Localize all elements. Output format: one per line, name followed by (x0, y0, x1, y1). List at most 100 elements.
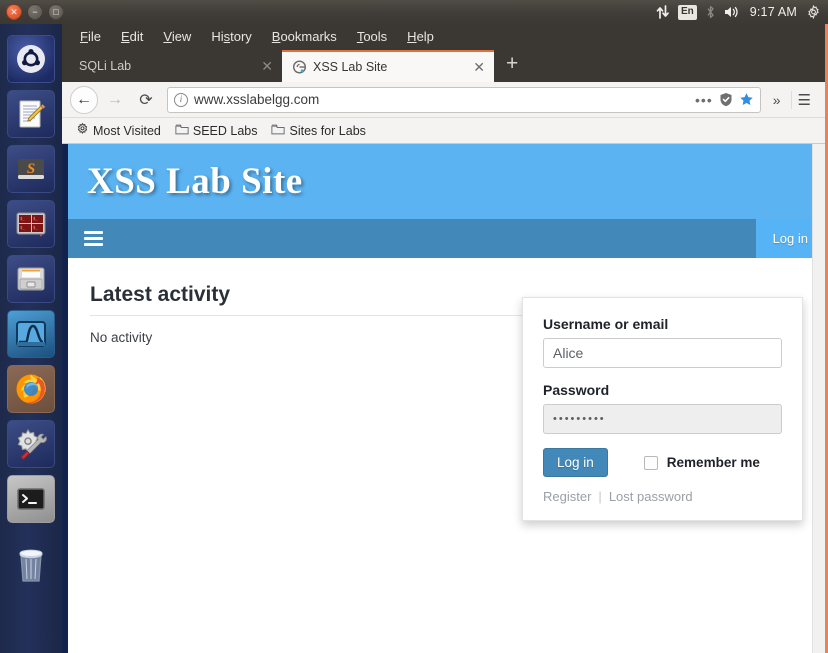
svg-text:S: S (27, 161, 35, 177)
svg-text:$_: $_ (20, 225, 25, 230)
launcher-item-trash[interactable] (7, 541, 55, 589)
address-bar[interactable]: i www.xsslabelgg.com ••• (167, 86, 761, 113)
password-input[interactable] (543, 404, 782, 434)
system-tray: En 9:17 AM (656, 4, 828, 20)
forward-button[interactable]: → (101, 86, 129, 114)
folder-icon (175, 123, 189, 139)
page-main: Latest activity No activity Username or … (68, 258, 825, 653)
back-button[interactable]: ← (70, 85, 98, 114)
register-link[interactable]: Register (543, 489, 591, 504)
remember-me-control[interactable]: Remember me (643, 455, 760, 470)
launcher-item-sublime-text[interactable]: S (7, 145, 55, 193)
bookmark-most-visited[interactable]: Most Visited (76, 122, 161, 139)
navbar-right-controls: » ☰ (768, 90, 817, 109)
launcher-item-file-manager[interactable] (7, 255, 55, 303)
page-viewport: XSS Lab Site Log in Latest activity No a… (62, 144, 825, 653)
elgg-favicon-icon (291, 59, 307, 75)
menu-file[interactable]: File (80, 29, 101, 44)
remember-me-label: Remember me (666, 455, 760, 470)
wireshark-icon (7, 310, 55, 358)
gear-icon (76, 122, 89, 139)
settings-gear-wrench-icon (7, 420, 55, 468)
menu-bookmarks[interactable]: Bookmarks (272, 29, 337, 44)
lost-password-link[interactable]: Lost password (609, 489, 693, 504)
terminal-windows-icon: $_ $_ $_ $_ (7, 200, 55, 248)
launcher-item-firefox[interactable] (7, 365, 55, 413)
bookmarks-toolbar: Most Visited SEED Labs Sites for Labs (62, 118, 825, 144)
new-tab-button[interactable]: + (494, 53, 530, 78)
folder-icon (271, 123, 286, 139)
tab-title: SQLi Lab (79, 59, 132, 73)
login-secondary-links: Register | Lost password (543, 489, 782, 504)
desktop: ✕ − □ En 9:17 AM S $_ $_ $_ $_ File Edit… (0, 0, 828, 653)
volume-icon[interactable] (724, 5, 741, 19)
bookmark-label: Most Visited (93, 123, 161, 138)
tab-close-icon[interactable]: ✕ (255, 58, 273, 75)
file-manager-icon (7, 255, 55, 303)
firefox-window: File Edit View History Bookmarks Tools H… (62, 24, 828, 653)
clock[interactable]: 9:17 AM (750, 5, 797, 19)
shield-icon[interactable] (719, 92, 733, 107)
login-dropdown-panel: Username or email Password Log in Rememb… (522, 297, 803, 521)
hamburger-icon[interactable] (68, 219, 118, 258)
firefox-icon (7, 365, 55, 413)
menu-tools[interactable]: Tools (357, 29, 387, 44)
unity-launcher: S $_ $_ $_ $_ (0, 24, 62, 653)
bookmark-seed-labs[interactable]: SEED Labs (175, 123, 258, 139)
login-submit-button[interactable]: Log in (543, 448, 608, 477)
window-close-button[interactable]: ✕ (6, 4, 22, 20)
ubuntu-logo-icon (7, 35, 55, 83)
password-label: Password (543, 382, 610, 398)
launcher-item-settings[interactable] (7, 420, 55, 468)
login-actions-row: Log in Remember me (543, 448, 782, 477)
window-controls: ✕ − □ (0, 4, 64, 20)
bookmark-label: SEED Labs (192, 123, 258, 138)
sublime-text-icon: S (7, 145, 55, 193)
launcher-item-terminal[interactable] (7, 475, 55, 523)
launcher-item-wireshark[interactable] (7, 310, 55, 358)
url-text: www.xsslabelgg.com (194, 92, 320, 107)
svg-text:$_: $_ (20, 216, 25, 221)
site-info-icon[interactable]: i (174, 92, 188, 107)
username-input[interactable] (543, 338, 782, 368)
bookmark-label: Sites for Labs (289, 123, 366, 138)
tab-title: XSS Lab Site (313, 60, 388, 74)
svg-text:$_: $_ (33, 225, 38, 230)
site-title: XSS Lab Site (87, 161, 303, 202)
browser-menu-button[interactable]: ☰ (790, 90, 817, 109)
menu-edit[interactable]: Edit (121, 29, 143, 44)
launcher-item-ubuntu-dash[interactable] (7, 35, 55, 83)
remember-me-checkbox[interactable] (643, 455, 658, 470)
page-actions-icon[interactable]: ••• (695, 92, 713, 108)
username-label: Username or email (543, 316, 669, 332)
launcher-item-terminal-multi[interactable]: $_ $_ $_ $_ (7, 200, 55, 248)
window-maximize-button[interactable]: □ (48, 4, 64, 20)
tab-xss-lab-site[interactable]: XSS Lab Site ✕ (282, 50, 494, 82)
terminal-icon (7, 475, 55, 523)
page-scrollbar[interactable] (812, 144, 825, 653)
svg-text:$_: $_ (33, 216, 38, 221)
system-top-panel: ✕ − □ En 9:17 AM (0, 0, 828, 24)
trash-icon (7, 541, 55, 589)
browser-navbar: ← → ⟳ i www.xsslabelgg.com ••• » ☰ (62, 82, 825, 118)
browser-menubar: File Edit View History Bookmarks Tools H… (62, 24, 825, 48)
site-navbar: Log in (68, 219, 825, 258)
tab-sqli-lab[interactable]: SQLi Lab ✕ (70, 50, 282, 82)
menu-history[interactable]: History (211, 29, 251, 44)
window-minimize-button[interactable]: − (27, 4, 43, 20)
gear-icon[interactable] (806, 4, 821, 20)
site-header: XSS Lab Site (68, 144, 825, 219)
menu-view[interactable]: View (163, 29, 191, 44)
overflow-chevron-icon[interactable]: » (768, 92, 786, 108)
network-icon[interactable] (656, 5, 669, 19)
reload-button[interactable]: ⟳ (132, 86, 160, 114)
launcher-item-text-editor[interactable] (7, 90, 55, 138)
menu-help[interactable]: Help (407, 29, 434, 44)
tab-close-icon[interactable]: ✕ (467, 59, 485, 76)
link-separator: | (598, 489, 602, 504)
bluetooth-icon[interactable] (706, 5, 715, 19)
star-icon[interactable] (739, 92, 754, 107)
text-editor-icon (7, 90, 55, 138)
keyboard-layout-indicator[interactable]: En (677, 4, 697, 20)
bookmark-sites-for-labs[interactable]: Sites for Labs (271, 123, 366, 139)
